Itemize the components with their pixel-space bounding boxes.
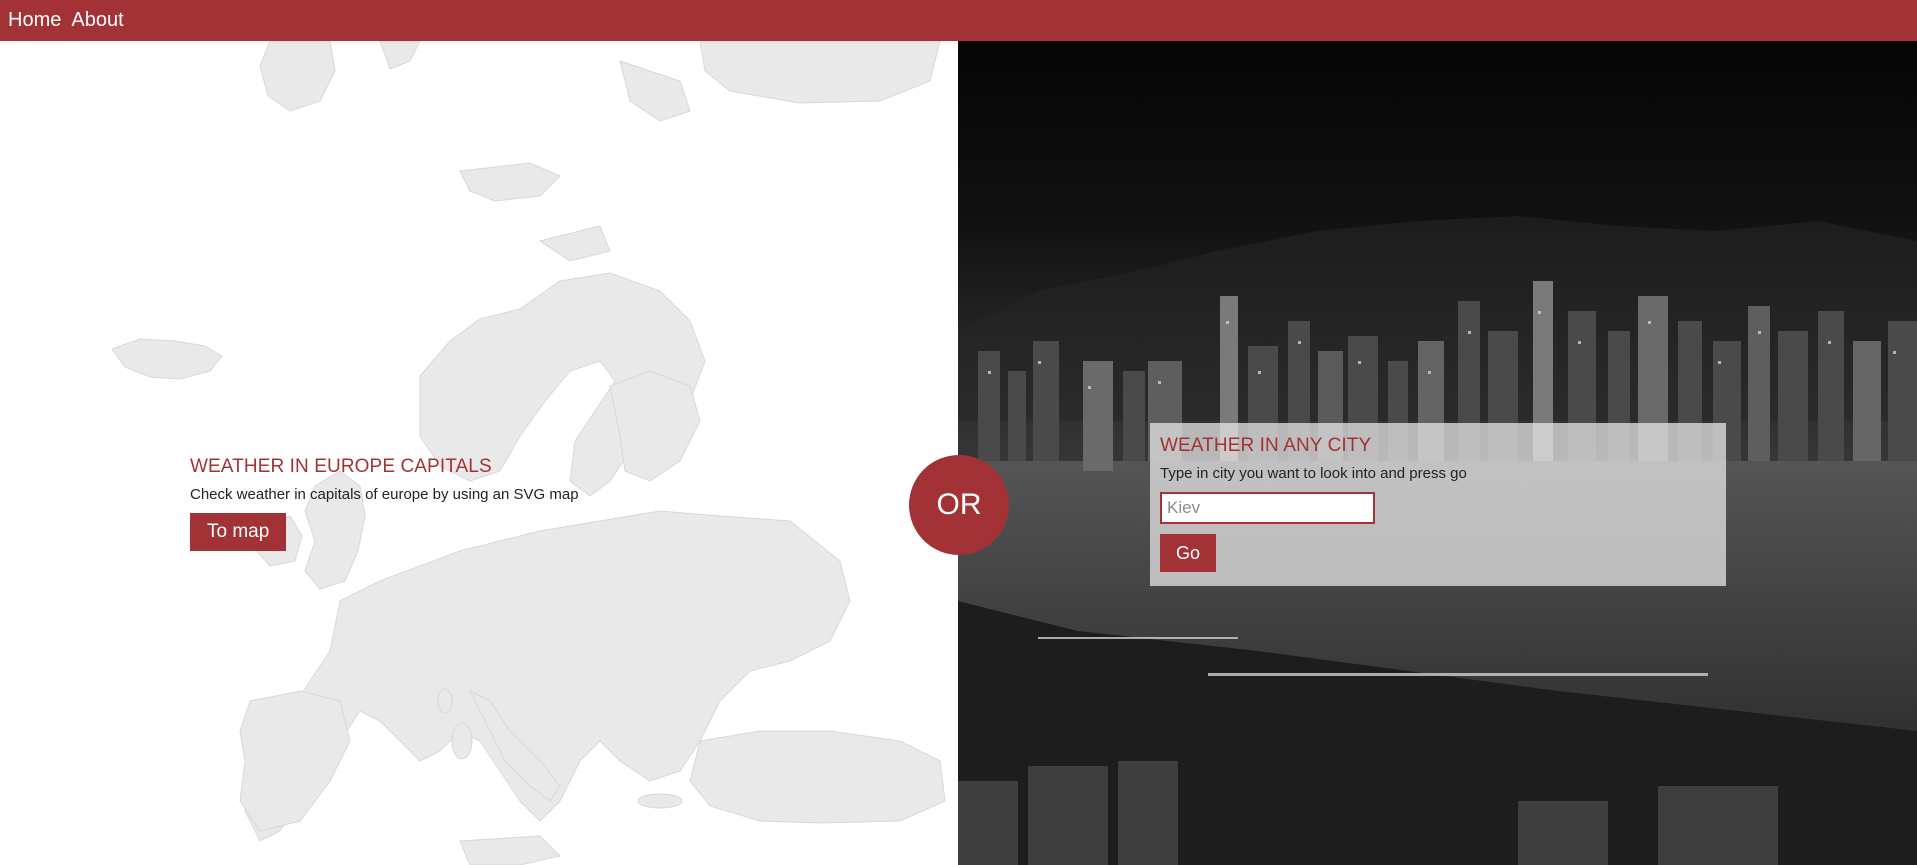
europe-map-background — [111, 41, 946, 865]
to-map-button[interactable]: To map — [190, 513, 287, 551]
top-navbar: Home About — [0, 0, 1917, 41]
europe-capitals-block: WEATHER IN EUROPE CAPITALS Check weather… — [190, 456, 579, 551]
any-city-description: Type in city you want to look into and p… — [1160, 465, 1467, 482]
city-search-input[interactable] — [1160, 492, 1375, 524]
nav-home-link[interactable]: Home — [8, 9, 61, 32]
europe-map-panel: WEATHER IN EUROPE CAPITALS Check weather… — [0, 41, 958, 865]
go-button[interactable]: Go — [1160, 534, 1217, 572]
europe-capitals-title: WEATHER IN EUROPE CAPITALS — [190, 456, 492, 477]
or-divider-badge: OR — [909, 455, 1009, 555]
nav-about-link[interactable]: About — [71, 9, 123, 32]
any-city-card: WEATHER IN ANY CITY Type in city you wan… — [1150, 423, 1726, 586]
any-city-title: WEATHER IN ANY CITY — [1160, 435, 1372, 456]
europe-capitals-description: Check weather in capitals of europe by u… — [190, 486, 579, 503]
